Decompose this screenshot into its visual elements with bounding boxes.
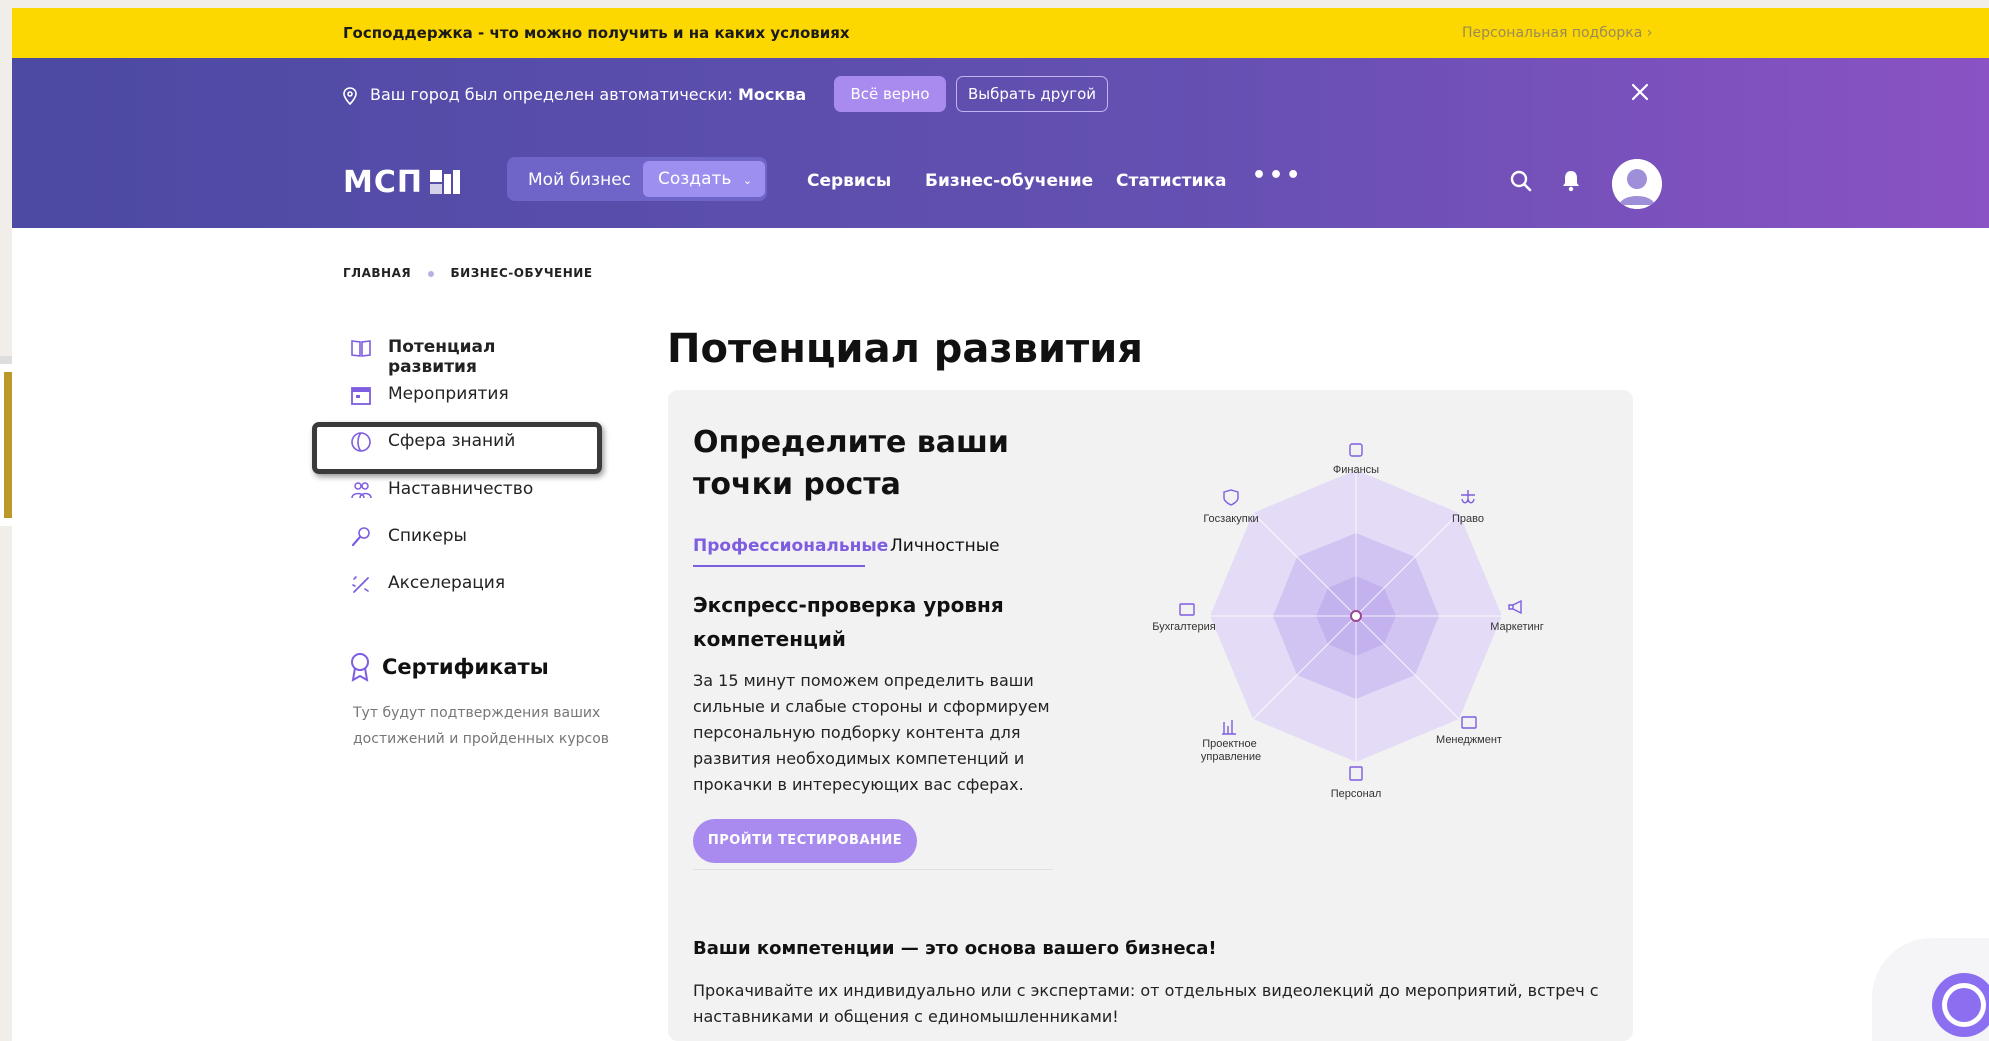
briefcase-icon <box>1461 716 1477 729</box>
sidebar-item-label: Мероприятия <box>388 384 509 404</box>
scales-icon <box>1461 490 1475 504</box>
certificates-text: Тут будут подтверждения ваших достижений… <box>353 705 610 747</box>
radar-label-marketing: Маркетинг <box>1490 621 1543 633</box>
radar-label-personnel: Персонал <box>1331 788 1382 800</box>
active-tab-indicator <box>693 565 865 567</box>
create-label: Создать <box>658 169 732 189</box>
search-icon[interactable] <box>1509 169 1533 193</box>
sidebar-item-mentoring[interactable]: Наставничество <box>350 475 580 505</box>
business-switch: Мой бизнес Создать ⌄ <box>507 157 767 201</box>
tab-personal[interactable]: Личностные <box>890 536 1000 556</box>
radar-label-project-management: Проектное управление <box>1201 738 1261 763</box>
chat-button[interactable] <box>1932 973 1989 1037</box>
finance-icon <box>1349 443 1363 457</box>
radar-label-law: Право <box>1452 513 1484 525</box>
close-icon[interactable] <box>1630 82 1650 102</box>
breadcrumb-separator <box>427 270 434 277</box>
radar-label-finance: Финансы <box>1333 464 1379 476</box>
shield-icon <box>1223 489 1239 506</box>
personal-selection-link[interactable]: Персональная подборка › <box>1462 25 1652 41</box>
nav-services[interactable]: Сервисы <box>807 171 891 191</box>
tab-professional[interactable]: Профессиональные <box>693 536 888 556</box>
user-icon <box>1612 159 1662 209</box>
more-menu-button[interactable]: ••• <box>1252 163 1303 188</box>
radar-label-accounting: Бухгалтерия <box>1152 621 1216 633</box>
chevron-down-icon: ⌄ <box>742 174 753 187</box>
city-detected-text: Ваш город был определен автоматически: М… <box>370 85 806 104</box>
certificates-title: Сертификаты <box>382 655 549 679</box>
main-navigation: МСП Мой бизнес Создать ⌄ Сервисы Бизнес-… <box>12 133 1989 228</box>
competencies-title: Ваши компетенции — это основа вашего биз… <box>693 938 1217 959</box>
sidebar-item-speakers[interactable]: Спикеры <box>350 522 580 552</box>
nav-statistics[interactable]: Статистика <box>1116 171 1226 191</box>
city-label: Ваш город был определен автоматически: <box>370 85 733 104</box>
megaphone-icon <box>1508 599 1522 615</box>
sidebar-item-label: Акселерация <box>388 573 506 593</box>
breadcrumb-current[interactable]: БИЗНЕС-ОБУЧЕНИЕ <box>451 266 593 280</box>
express-check-title: Экспресс-проверка уровня компетенций <box>693 593 1004 651</box>
people-icon <box>351 482 372 499</box>
radar-label-procurement: Госзакупки <box>1203 513 1258 525</box>
my-business-tab[interactable]: Мой бизнес <box>528 170 631 190</box>
competency-radar: Финансы Право Маркетинг Менеджмент Персо… <box>1152 443 1544 800</box>
city-bar: Ваш город был определен автоматически: М… <box>12 58 1989 133</box>
sidebar-item-events[interactable]: Мероприятия <box>350 380 580 410</box>
sidebar-item-potential[interactable]: Потенциал развития <box>350 333 580 377</box>
sidebar-item-label: Потенциал развития <box>388 337 496 377</box>
confirm-city-button[interactable]: Всё верно <box>834 76 946 112</box>
magic-wand-icon <box>352 576 369 593</box>
breadcrumb-home[interactable]: ГЛАВНАЯ <box>343 266 411 280</box>
chat-icon <box>1942 983 1986 1027</box>
people-card-icon <box>1349 766 1363 781</box>
logo-mark-icon <box>430 170 460 194</box>
card-title: Определите ваши точки роста <box>693 425 1009 502</box>
location-pin-icon <box>343 87 357 105</box>
sidebar-item-label: Спикеры <box>388 526 467 546</box>
express-check-description: За 15 минут поможем определить ваши силь… <box>693 671 1050 794</box>
promo-bar: Господдержка - что можно получить и на к… <box>12 8 1989 58</box>
browser-page: Господдержка - что можно получить и на к… <box>12 8 1989 1041</box>
sidebar-item-acceleration[interactable]: Акселерация <box>350 569 580 599</box>
chart-icon <box>1222 720 1236 735</box>
city-name: Москва <box>737 85 807 104</box>
create-dropdown[interactable]: Создать ⌄ <box>643 161 765 197</box>
book-icon <box>351 340 371 357</box>
choose-city-button[interactable]: Выбрать другой <box>956 76 1108 112</box>
user-avatar[interactable] <box>1612 159 1662 209</box>
site-logo[interactable]: МСП <box>343 165 423 200</box>
divider <box>693 869 1053 870</box>
breadcrumb: ГЛАВНАЯ БИЗНЕС-ОБУЧЕНИЕ <box>343 266 593 280</box>
sidebar-item-label: Наставничество <box>388 479 534 499</box>
nav-business-learning[interactable]: Бизнес-обучение <box>925 171 1093 191</box>
promo-link[interactable]: Господдержка - что можно получить и на к… <box>343 24 850 42</box>
radar-label-management: Менеджмент <box>1436 734 1502 746</box>
competencies-text: Прокачивайте их индивидуально или с эксп… <box>693 981 1599 1026</box>
highlight-box <box>312 422 602 474</box>
page-title: Потенциал развития <box>667 326 1143 372</box>
microphone-icon <box>351 527 370 547</box>
calculator-icon <box>1179 603 1195 616</box>
growth-points-card: Определите ваши точки роста Профессионал… <box>668 390 1633 1041</box>
bell-icon[interactable] <box>1559 169 1583 193</box>
start-test-button[interactable]: ПРОЙТИ ТЕСТИРОВАНИЕ <box>693 819 917 863</box>
calendar-icon <box>351 387 371 405</box>
certificate-icon <box>351 653 369 682</box>
